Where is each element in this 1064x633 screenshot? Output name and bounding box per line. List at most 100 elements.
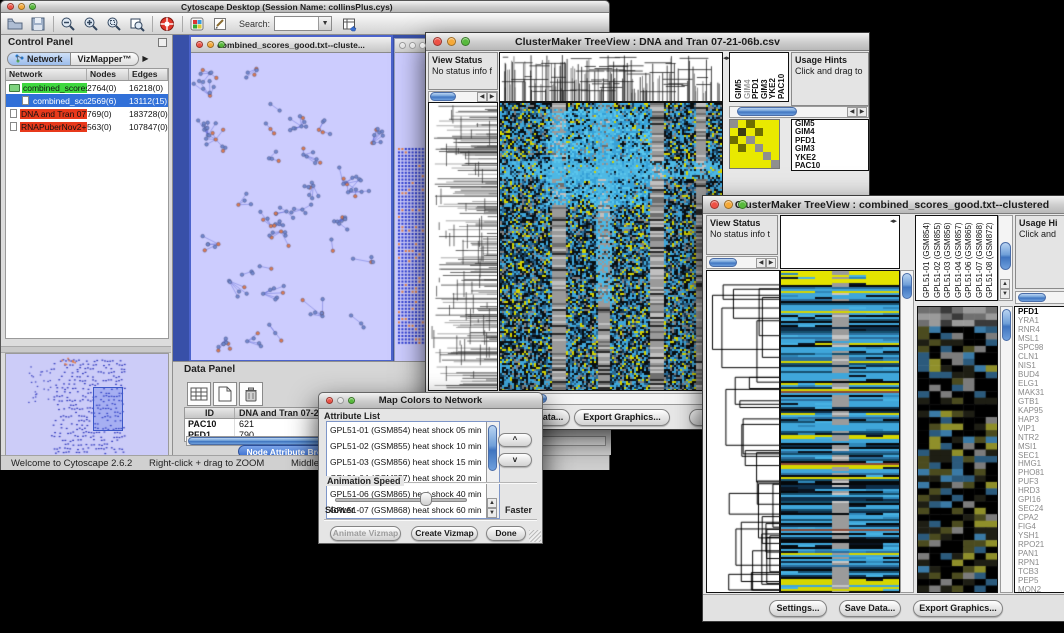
tab-vizmapper[interactable]: VizMapper™ <box>71 52 140 66</box>
close-button[interactable] <box>7 3 14 10</box>
gene-label[interactable]: YSH1 <box>1015 531 1064 540</box>
gene-label[interactable]: GTB1 <box>1015 397 1064 406</box>
matrix-cell[interactable] <box>746 120 754 128</box>
matrix-cell[interactable] <box>755 136 763 144</box>
gene-label[interactable]: MSI1 <box>1015 442 1064 451</box>
network-canvas[interactable] <box>191 53 391 360</box>
gene-dendrogram[interactable] <box>428 102 498 391</box>
gene-label[interactable]: HAP3 <box>1015 415 1064 424</box>
network-overview-thumbnail[interactable] <box>5 353 169 463</box>
search-input[interactable]: ▼ <box>274 16 332 31</box>
matrix-cell[interactable] <box>730 120 738 128</box>
gene-label[interactable]: RNR4 <box>1015 325 1064 334</box>
minimize-button[interactable] <box>409 42 416 49</box>
gene-label[interactable]: PFD1 <box>1015 307 1064 316</box>
annotation-icon[interactable] <box>211 15 229 33</box>
resize-grip[interactable] <box>529 530 541 542</box>
scrollbar-thumb[interactable] <box>902 273 912 299</box>
matrix-cell[interactable] <box>771 120 779 128</box>
scroll-left-icon[interactable]: ◀ <box>756 258 766 268</box>
zoom-button[interactable] <box>738 200 747 209</box>
matrix-cell[interactable] <box>763 128 771 136</box>
matrix-cell[interactable] <box>730 152 738 160</box>
matrix-cell[interactable] <box>738 120 746 128</box>
matrix-cell[interactable] <box>763 120 771 128</box>
gene-dendrogram[interactable] <box>706 270 780 593</box>
treeview2-hscrollbar-left[interactable]: ◀▶ <box>706 256 778 269</box>
scroll-up-icon[interactable]: ▲ <box>487 498 497 508</box>
matrix-cell[interactable] <box>771 144 779 152</box>
gene-label[interactable]: FIG4 <box>1015 522 1064 531</box>
minimize-button[interactable] <box>337 397 344 404</box>
save-data-button[interactable]: Save Data... <box>839 600 901 617</box>
export-graphics-button[interactable]: Export Graphics... <box>913 600 1003 617</box>
help-lifesaver-icon[interactable] <box>158 15 176 33</box>
gene-label[interactable]: NTR2 <box>1015 433 1064 442</box>
gene-label[interactable]: PFD1 <box>792 137 868 145</box>
array-label[interactable]: PFD1 <box>751 79 760 99</box>
float-panel-icon[interactable] <box>158 38 167 47</box>
network-table-header[interactable]: Network Nodes Edges <box>6 69 168 81</box>
gene-label[interactable]: MON2 <box>1015 585 1064 593</box>
matrix-cell[interactable] <box>755 120 763 128</box>
network-frame[interactable]: combined_scores_good.txt--cluste... <box>189 35 393 361</box>
zoom-button[interactable] <box>419 42 426 49</box>
move-down-button[interactable]: v <box>498 453 532 467</box>
zoom-in-icon[interactable] <box>82 15 100 33</box>
tab-network[interactable]: Network <box>7 52 71 66</box>
gene-label[interactable]: PAC10 <box>792 162 868 170</box>
array-label[interactable]: PAC10 <box>777 74 786 99</box>
matrix-cell[interactable] <box>738 152 746 160</box>
panel-splitter[interactable] <box>1 346 171 353</box>
array-label[interactable]: YKE2 <box>768 78 777 99</box>
vizmapper-icon[interactable] <box>188 15 206 33</box>
matrix-cell[interactable] <box>730 128 738 136</box>
column-dendrogram[interactable] <box>499 52 723 102</box>
treeview1-hscrollbar-right[interactable]: ◀▶ <box>729 106 869 118</box>
scroll-left-icon[interactable]: ◂▸ <box>890 218 897 225</box>
matrix-cell[interactable] <box>746 136 754 144</box>
close-button[interactable] <box>399 42 406 49</box>
delete-attribute-icon[interactable] <box>239 382 263 406</box>
matrix-cell[interactable] <box>738 128 746 136</box>
matrix-cell[interactable] <box>763 136 771 144</box>
attribute-item[interactable]: GPL51-02 (GSM855) heat shock 10 min <box>327 438 499 454</box>
matrix-cell[interactable] <box>755 144 763 152</box>
array-label[interactable]: GPL51-02 (GSM855) <box>933 222 942 298</box>
tab-overflow-icon[interactable]: ▶ <box>142 54 148 63</box>
scroll-right-icon[interactable]: ▶ <box>766 258 776 268</box>
scroll-left-icon[interactable]: ◀ <box>477 92 487 102</box>
gene-label[interactable]: GPI16 <box>1015 495 1064 504</box>
array-label[interactable]: GPL51-04 (GSM857) <box>954 222 963 298</box>
labels-vscrollbar[interactable]: ▲▼ <box>998 215 1013 301</box>
network-frame-titlebar[interactable]: combined_scores_good.txt--cluste... <box>191 37 391 53</box>
scrollbar-thumb[interactable] <box>430 92 456 101</box>
zoom-fit-icon[interactable] <box>128 15 146 33</box>
gene-label[interactable]: MAK31 <box>1015 388 1064 397</box>
gene-label[interactable]: SEC24 <box>1015 504 1064 513</box>
scroll-up-icon[interactable]: ▲ <box>1000 279 1010 289</box>
selected-genes-heatmap[interactable] <box>917 306 998 593</box>
network-list-row[interactable]: combined_scores_2764(0)16218(0) <box>6 81 168 94</box>
array-label[interactable]: GIM5 <box>734 79 743 99</box>
close-button[interactable] <box>433 37 442 46</box>
minimize-button[interactable] <box>18 3 25 10</box>
array-label[interactable]: GPL51-06 (GSM865) <box>964 222 973 298</box>
matrix-cell[interactable] <box>746 128 754 136</box>
gene-label[interactable]: PHO81 <box>1015 468 1064 477</box>
matrix-cell[interactable] <box>771 136 779 144</box>
scrollbar-thumb[interactable] <box>1018 293 1046 302</box>
slider-thumb[interactable] <box>420 492 432 506</box>
gene-label[interactable]: GIM5 <box>792 120 868 128</box>
matrix-cell[interactable] <box>738 160 746 168</box>
zoom-button[interactable] <box>348 397 355 404</box>
gene-label[interactable]: RPO21 <box>1015 540 1064 549</box>
gene-label[interactable]: GIM3 <box>792 145 868 153</box>
matrix-cell[interactable] <box>755 128 763 136</box>
close-button[interactable] <box>710 200 719 209</box>
gene-label[interactable]: PUF3 <box>1015 477 1064 486</box>
genelist-vscrollbar[interactable] <box>1000 306 1013 593</box>
zoom-button[interactable] <box>461 37 470 46</box>
array-label[interactable]: GPL51-08 (GSM872) <box>985 222 994 298</box>
heatmap-vscrollbar[interactable] <box>900 270 914 593</box>
